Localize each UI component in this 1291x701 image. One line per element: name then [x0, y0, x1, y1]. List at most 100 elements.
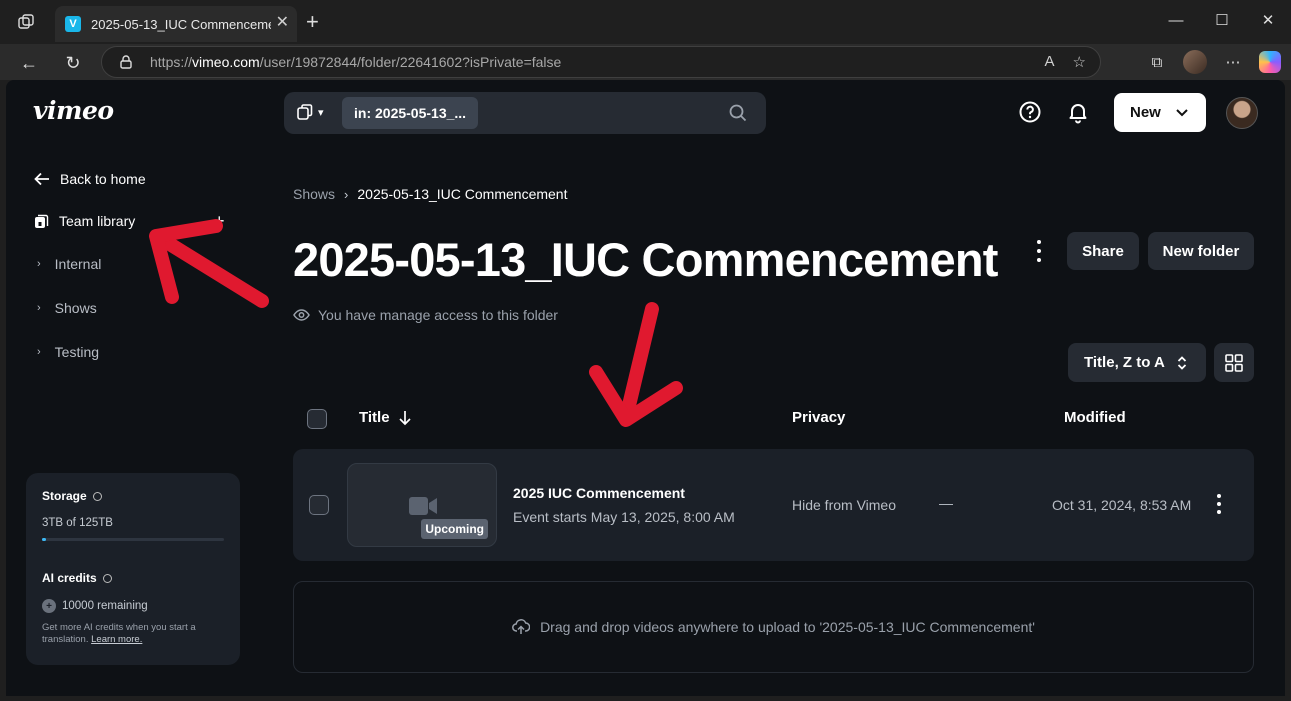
vimeo-logo[interactable]: vimeo	[33, 96, 114, 125]
address-bar[interactable]: https://vimeo.com/user/19872844/folder/2…	[101, 46, 1101, 78]
breadcrumb-shows-link[interactable]: Shows	[293, 186, 335, 202]
back-arrow-icon[interactable]: ←	[16, 50, 42, 76]
modified-value: Oct 31, 2024, 8:53 AM	[1052, 497, 1192, 513]
sidebar-item-shows[interactable]: › Shows	[37, 300, 97, 316]
more-menu-icon[interactable]: ⋯	[1221, 50, 1245, 74]
info-icon[interactable]	[92, 491, 102, 501]
favorite-star-icon[interactable]: ☆	[1073, 53, 1086, 71]
video-subtitle: Event starts May 13, 2025, 8:00 AM	[513, 509, 735, 525]
chevron-right-icon: ›	[344, 186, 349, 202]
page-title: 2025-05-13_IUC Commencement	[293, 233, 998, 286]
new-folder-button[interactable]: New folder	[1148, 232, 1254, 270]
ai-credits-title-text: AI credits	[42, 571, 97, 585]
video-camera-icon	[409, 497, 437, 515]
storage-progress-fill	[42, 538, 46, 541]
folder-copy-icon	[297, 104, 313, 120]
upcoming-badge: Upcoming	[421, 519, 488, 539]
screen: V 2025-05-13_IUC Commencement ✕ + — ☐ ✕ …	[0, 0, 1291, 701]
sidebar-team-library[interactable]: Team library	[34, 213, 135, 229]
storage-card: Storage 3TB of 125TB AI credits + 10000 …	[26, 473, 240, 665]
ai-credits-title: AI credits	[42, 571, 224, 585]
bell-icon[interactable]	[1066, 100, 1090, 124]
tab-close-icon[interactable]: ✕	[276, 15, 289, 31]
url-host: vimeo.com	[192, 54, 260, 70]
search-type-dropdown[interactable]: ▾	[296, 103, 324, 121]
breadcrumb-current: 2025-05-13_IUC Commencement	[357, 186, 568, 202]
ai-credits-remaining-text: 10000 remaining	[62, 600, 148, 612]
grid-view-button[interactable]	[1214, 343, 1254, 382]
info-icon[interactable]	[102, 573, 112, 583]
search-bar[interactable]: ▾ in: 2025-05-13_...	[284, 92, 766, 134]
read-aloud-icon[interactable]: A	[1045, 53, 1055, 71]
maximize-icon[interactable]: ☐	[1199, 0, 1245, 40]
video-thumbnail[interactable]: Upcoming	[347, 463, 497, 547]
browser-profile-avatar[interactable]	[1183, 50, 1207, 74]
tab-title: 2025-05-13_IUC Commencement	[91, 16, 271, 32]
video-title[interactable]: 2025 IUC Commencement	[513, 485, 685, 501]
vimeo-app: vimeo ▾ in: 2025-05-13_... New Back to h…	[6, 80, 1285, 696]
folder-more-options-icon[interactable]	[1031, 238, 1047, 264]
workspaces-icon[interactable]	[17, 13, 35, 31]
new-button[interactable]: New	[1114, 93, 1206, 132]
sidebar-item-label: Internal	[54, 256, 102, 272]
team-library-label: Team library	[59, 213, 136, 229]
close-window-icon[interactable]: ✕	[1245, 0, 1291, 40]
learn-more-link[interactable]: Learn more.	[91, 634, 142, 645]
privacy-value: Hide from Vimeo	[792, 497, 897, 513]
storage-usage: 3TB of 125TB	[42, 517, 113, 529]
ai-credits-remaining: + 10000 remaining	[42, 599, 224, 613]
grid-icon	[1225, 353, 1243, 372]
add-folder-plus-icon[interactable]: +	[214, 211, 225, 232]
share-button[interactable]: Share	[1067, 232, 1139, 270]
help-icon[interactable]	[1018, 100, 1042, 124]
search-scope-chip[interactable]: in: 2025-05-13_...	[342, 97, 479, 129]
sort-dropdown[interactable]: Title, Z to A	[1068, 343, 1206, 382]
table-header: Title Privacy Modified	[293, 398, 1253, 438]
new-tab-plus-icon[interactable]: +	[306, 10, 319, 34]
vimeo-favicon-icon: V	[65, 16, 81, 32]
upload-dropzone[interactable]: Drag and drop videos anywhere to upload …	[293, 581, 1254, 673]
row-more-options-icon[interactable]	[1211, 492, 1227, 516]
chevron-down-icon	[1176, 108, 1188, 116]
row-checkbox[interactable]	[309, 495, 329, 515]
user-avatar[interactable]	[1226, 97, 1258, 129]
column-title-header[interactable]: Title	[359, 409, 412, 426]
browser-titlebar: V 2025-05-13_IUC Commencement ✕ + — ☐ ✕	[0, 0, 1291, 44]
back-to-home-link[interactable]: Back to home	[34, 171, 146, 187]
breadcrumb: Shows › 2025-05-13_IUC Commencement	[293, 186, 567, 202]
browser-tab[interactable]: V 2025-05-13_IUC Commencement ✕	[55, 6, 297, 42]
chevron-right-icon[interactable]: ›	[37, 258, 41, 270]
storage-title-text: Storage	[42, 489, 87, 503]
chevron-right-icon[interactable]: ›	[37, 302, 41, 314]
sort-updown-icon	[1177, 355, 1186, 370]
search-icon[interactable]	[728, 103, 748, 123]
arrow-down-icon	[398, 410, 411, 425]
column-privacy-header[interactable]: Privacy	[792, 409, 845, 426]
select-all-checkbox[interactable]	[307, 409, 327, 429]
arrow-left-icon	[34, 172, 49, 186]
copilot-icon[interactable]	[1259, 51, 1281, 73]
eye-icon	[293, 309, 310, 321]
dropzone-text: Drag and drop videos anywhere to upload …	[540, 619, 1035, 635]
minimize-icon[interactable]: —	[1153, 0, 1199, 40]
column-title-label: Title	[359, 409, 390, 426]
back-to-home-label: Back to home	[60, 171, 146, 187]
chevron-right-icon[interactable]: ›	[37, 346, 41, 358]
extensions-puzzle-icon[interactable]: ⧉	[1145, 50, 1169, 74]
storage-title: Storage	[42, 489, 224, 503]
url-path: /user/19872844/folder/22641602?isPrivate…	[259, 54, 562, 70]
sidebar-item-testing[interactable]: › Testing	[37, 344, 99, 360]
sidebar-item-internal[interactable]: › Internal	[37, 256, 101, 272]
lock-icon	[120, 55, 132, 69]
table-row[interactable]: Upcoming 2025 IUC Commencement Event sta…	[293, 449, 1254, 561]
storage-progress-bar	[42, 538, 224, 541]
empty-value: —	[939, 495, 953, 511]
refresh-icon[interactable]: ↻	[60, 50, 86, 76]
column-modified-header[interactable]: Modified	[1064, 409, 1126, 426]
chevron-down-icon: ▾	[318, 106, 324, 119]
sidebar-item-label: Testing	[54, 344, 100, 360]
browser-extensions: ⧉ ⋯	[1145, 50, 1281, 74]
window-controls: — ☐ ✕	[1153, 0, 1291, 40]
new-button-label: New	[1130, 104, 1161, 121]
team-library-icon	[35, 214, 49, 228]
